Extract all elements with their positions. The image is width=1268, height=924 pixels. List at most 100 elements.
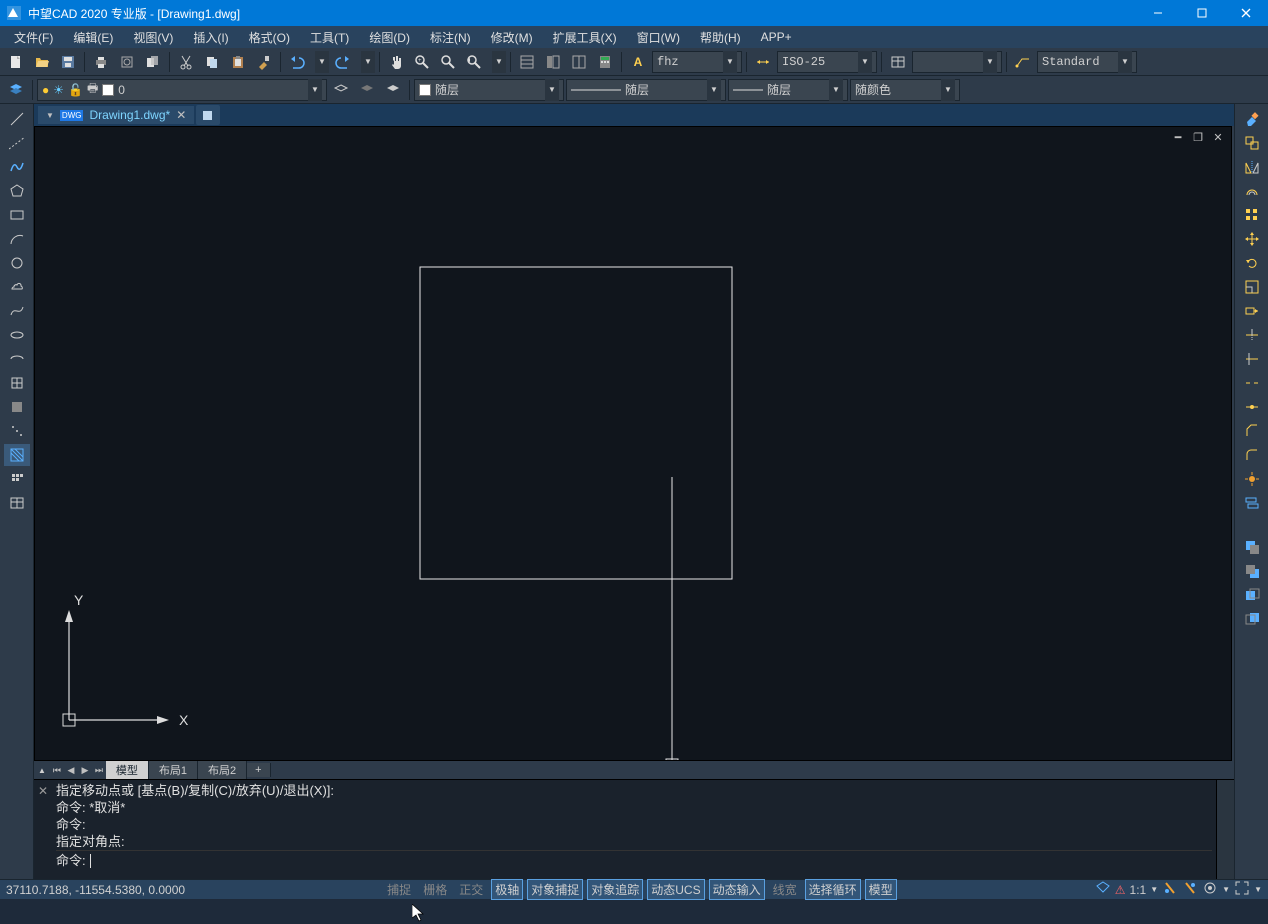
- draworder-back-icon[interactable]: [1239, 560, 1265, 582]
- layer-combo[interactable]: ● ☀ 🔓 🖶 0 ▼: [37, 79, 327, 101]
- polyline-icon[interactable]: [4, 156, 30, 178]
- explode-icon[interactable]: [1239, 468, 1265, 490]
- linetype-combo[interactable]: 随层 ▼: [566, 79, 726, 101]
- tab-layout1[interactable]: 布局1: [149, 761, 198, 779]
- menu-file[interactable]: 文件(F): [4, 27, 63, 48]
- arc-icon[interactable]: [4, 228, 30, 250]
- polygon-icon[interactable]: [4, 180, 30, 202]
- toggle-model[interactable]: 模型: [865, 879, 897, 900]
- tab-close-icon[interactable]: ✕: [176, 108, 186, 122]
- tool-palettes-icon[interactable]: [567, 50, 591, 74]
- layer-state-icon[interactable]: [355, 78, 379, 102]
- tray-arrow-icon[interactable]: ▼: [1254, 885, 1262, 894]
- menu-format[interactable]: 格式(O): [239, 27, 300, 48]
- menu-express[interactable]: 扩展工具(X): [543, 27, 627, 48]
- properties-icon[interactable]: [515, 50, 539, 74]
- join-icon[interactable]: [1239, 396, 1265, 418]
- drawing-canvas[interactable]: ━ ❐ ✕ Y X: [34, 126, 1232, 761]
- minimize-button[interactable]: [1136, 0, 1180, 26]
- textstyle-combo[interactable]: fhz ▼: [652, 51, 742, 73]
- copy-icon[interactable]: [200, 50, 224, 74]
- layer-manager-icon[interactable]: [4, 78, 28, 102]
- offset-icon[interactable]: [1239, 180, 1265, 202]
- match-properties-icon[interactable]: [252, 50, 276, 74]
- menu-tools[interactable]: 工具(T): [300, 27, 359, 48]
- draworder-above-icon[interactable]: [1239, 584, 1265, 606]
- tab-model[interactable]: 模型: [106, 761, 149, 779]
- draworder-front-icon[interactable]: [1239, 536, 1265, 558]
- redo-dropdown-icon[interactable]: ▼: [361, 51, 375, 73]
- command-close-icon[interactable]: ✕: [34, 780, 52, 879]
- trim-icon[interactable]: [1239, 324, 1265, 346]
- revcloud-icon[interactable]: [4, 276, 30, 298]
- textstyle-icon[interactable]: A: [626, 50, 650, 74]
- menu-edit[interactable]: 编辑(E): [63, 27, 123, 48]
- chamfer-icon[interactable]: [1239, 420, 1265, 442]
- array-icon[interactable]: [1239, 204, 1265, 226]
- tab-layout2[interactable]: 布局2: [198, 761, 247, 779]
- tab-add[interactable]: +: [247, 763, 270, 777]
- command-scrollbar[interactable]: [1216, 780, 1234, 879]
- menu-view[interactable]: 视图(V): [123, 27, 183, 48]
- tablestyle-combo[interactable]: ▼: [912, 51, 1002, 73]
- toggle-cycle[interactable]: 选择循环: [805, 879, 861, 900]
- layer-iso-icon[interactable]: [381, 78, 405, 102]
- menu-draw[interactable]: 绘图(D): [359, 27, 420, 48]
- zoom-window-icon[interactable]: [436, 50, 460, 74]
- mleaderstyle-icon[interactable]: [1011, 50, 1035, 74]
- cut-icon[interactable]: [174, 50, 198, 74]
- zoom-dropdown-icon[interactable]: ▼: [492, 51, 506, 73]
- toggle-ortho[interactable]: 正交: [455, 879, 487, 900]
- mirror-icon[interactable]: [1239, 156, 1265, 178]
- point-icon[interactable]: [4, 420, 30, 442]
- ellipse-icon[interactable]: [4, 324, 30, 346]
- annotation-autoscale-icon[interactable]: [1182, 880, 1198, 899]
- close-button[interactable]: [1224, 0, 1268, 26]
- ellipse-arc-icon[interactable]: [4, 348, 30, 370]
- layout-first-icon[interactable]: ⏮: [50, 763, 64, 777]
- save-icon[interactable]: [56, 50, 80, 74]
- print-preview-icon[interactable]: [115, 50, 139, 74]
- menu-help[interactable]: 帮助(H): [690, 27, 751, 48]
- extend-icon[interactable]: [1239, 348, 1265, 370]
- menu-appplus[interactable]: APP+: [751, 28, 802, 46]
- toggle-ducs[interactable]: 动态UCS: [647, 879, 704, 900]
- calculator-icon[interactable]: [593, 50, 617, 74]
- stretch-icon[interactable]: [1239, 300, 1265, 322]
- toggle-otrack[interactable]: 对象追踪: [587, 879, 643, 900]
- isoplane-icon[interactable]: [1095, 880, 1111, 899]
- toggle-osnap[interactable]: 对象捕捉: [527, 879, 583, 900]
- workspace-switch-icon[interactable]: [1202, 880, 1218, 899]
- toggle-dyn[interactable]: 动态输入: [709, 879, 765, 900]
- publish-icon[interactable]: [141, 50, 165, 74]
- new-tab-button[interactable]: [196, 105, 220, 125]
- toggle-polar[interactable]: 极轴: [491, 879, 523, 900]
- layer-prev-icon[interactable]: [329, 78, 353, 102]
- pan-icon[interactable]: [384, 50, 408, 74]
- xline-icon[interactable]: [4, 132, 30, 154]
- make-block-icon[interactable]: [4, 396, 30, 418]
- redo-icon[interactable]: [331, 50, 355, 74]
- toggle-grid[interactable]: 栅格: [419, 879, 451, 900]
- annotation-scale-icon[interactable]: ⚠: [1115, 883, 1126, 897]
- open-file-icon[interactable]: [30, 50, 54, 74]
- paste-icon[interactable]: [226, 50, 250, 74]
- rotate-icon[interactable]: [1239, 252, 1265, 274]
- scale-icon[interactable]: [1239, 276, 1265, 298]
- move-icon[interactable]: [1239, 228, 1265, 250]
- document-tab-active[interactable]: ▼ DWG Drawing1.dwg* ✕: [38, 106, 194, 124]
- circle-icon[interactable]: [4, 252, 30, 274]
- tablestyle-icon[interactable]: [886, 50, 910, 74]
- align-icon[interactable]: [1239, 492, 1265, 514]
- command-history[interactable]: 指定移动点或 [基点(B)/复制(C)/放弃(U)/退出(X)]: 命令: *取…: [52, 780, 1216, 879]
- undo-icon[interactable]: [285, 50, 309, 74]
- annotation-visibility-icon[interactable]: [1162, 880, 1178, 899]
- toggle-lwt[interactable]: 线宽: [769, 879, 801, 900]
- command-input[interactable]: [95, 853, 1212, 868]
- dimstyle-icon[interactable]: [751, 50, 775, 74]
- mleaderstyle-combo[interactable]: Standard ▼: [1037, 51, 1137, 73]
- chevron-down-icon[interactable]: ▼: [1222, 885, 1230, 894]
- table-icon[interactable]: [4, 492, 30, 514]
- layout-prev-icon[interactable]: ◀: [64, 763, 78, 777]
- line-icon[interactable]: [4, 108, 30, 130]
